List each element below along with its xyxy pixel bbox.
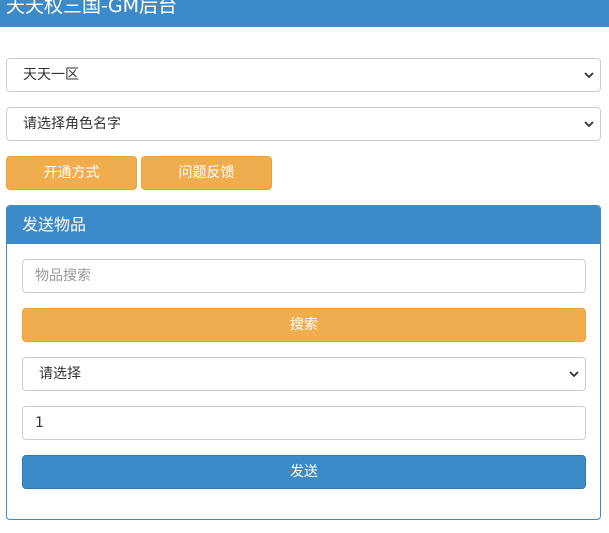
quantity-input[interactable] <box>22 406 586 440</box>
chevron-down-icon <box>584 70 594 80</box>
server-select-value: 天天一区 <box>23 67 79 83</box>
item-select[interactable]: 请选择 <box>22 357 586 391</box>
page-title: 天天权三国-GM后台 <box>6 0 177 17</box>
send-item-panel: 发送物品 搜索 请选择 发送 <box>6 205 601 520</box>
server-select[interactable]: 天天一区 <box>6 58 601 92</box>
item-select-value: 请选择 <box>39 366 81 382</box>
panel-heading: 发送物品 <box>7 206 600 244</box>
panel-title: 发送物品 <box>22 215 87 234</box>
role-select[interactable]: 请选择角色名字 <box>6 107 601 141</box>
search-button[interactable]: 搜索 <box>22 308 586 342</box>
chevron-down-icon <box>569 369 579 379</box>
open-method-button[interactable]: 开通方式 <box>6 156 137 190</box>
role-select-value: 请选择角色名字 <box>23 116 121 132</box>
send-button[interactable]: 发送 <box>22 455 586 489</box>
app-header: 天天权三国-GM后台 <box>0 0 609 27</box>
item-search-input[interactable] <box>22 259 586 293</box>
feedback-button[interactable]: 问题反馈 <box>141 156 272 190</box>
chevron-down-icon <box>584 119 594 129</box>
